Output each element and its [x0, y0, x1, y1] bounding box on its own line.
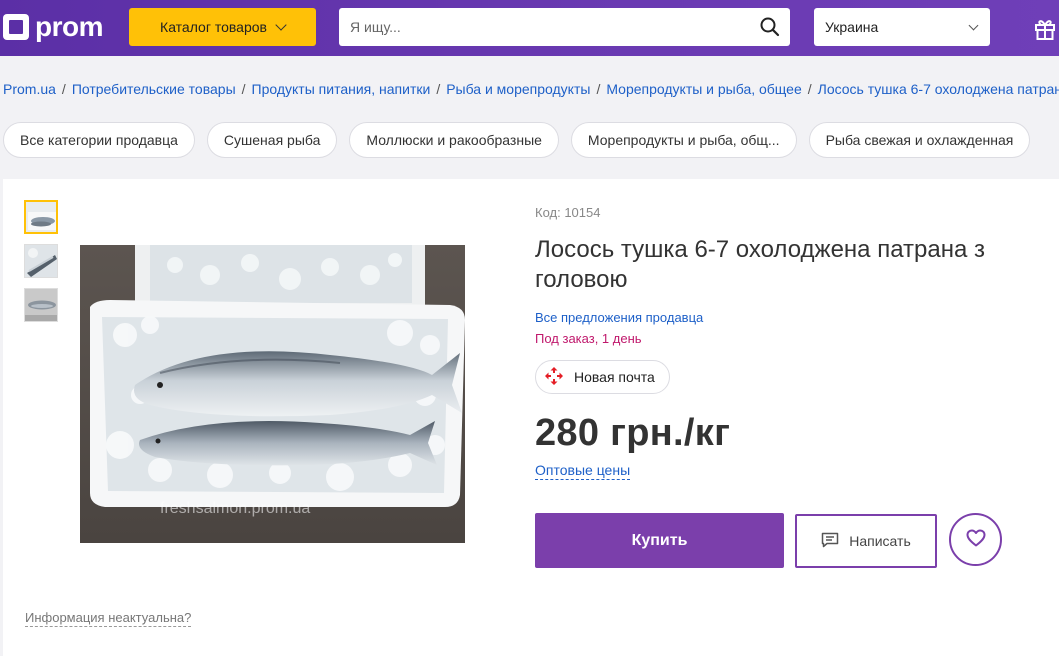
category-chips: Все категории продавца Сушеная рыба Молл… — [3, 122, 1031, 158]
breadcrumb-item[interactable]: Лосось тушка 6-7 охолоджена патрана з го… — [818, 81, 1059, 97]
gift-icon[interactable] — [1030, 14, 1058, 42]
catalog-label: Каталог товаров — [160, 19, 267, 35]
product-main-image[interactable]: freshsalmon.prom.ua — [80, 245, 465, 543]
nova-poshta-icon — [544, 366, 564, 389]
breadcrumb-item[interactable]: Prom.ua — [3, 81, 56, 97]
search-icon[interactable] — [750, 8, 790, 46]
write-label: Написать — [849, 533, 911, 549]
chevron-down-icon — [275, 19, 287, 31]
message-icon — [821, 532, 839, 551]
delivery-label: Новая почта — [574, 369, 655, 385]
product-price: 280 грн./кг — [535, 412, 731, 454]
logo-text: prom — [35, 11, 104, 42]
report-outdated-link[interactable]: Информация неактуальна? — [25, 610, 192, 627]
breadcrumb-item[interactable]: Рыба и морепродукты — [446, 81, 590, 97]
product-title: Лосось тушка 6-7 охолоджена патрана з го… — [535, 236, 985, 293]
thumbnail-2[interactable] — [24, 244, 58, 278]
buy-button[interactable]: Купить — [535, 513, 784, 568]
thumbnail-3[interactable] — [24, 288, 58, 322]
category-chip[interactable]: Все категории продавца — [3, 122, 195, 158]
breadcrumb: Prom.ua / Потребительские товары / Продукты … — [3, 81, 1059, 97]
prom-logo[interactable]: prom — [3, 11, 104, 42]
top-header: prom Каталог товаров Украина — [0, 0, 1059, 56]
catalog-button[interactable]: Каталог товаров — [129, 8, 316, 46]
region-select[interactable]: Украина — [814, 8, 990, 46]
favorite-button[interactable] — [949, 513, 1002, 566]
search-bar — [339, 8, 790, 46]
breadcrumb-item[interactable]: Потребительские товары — [72, 81, 236, 97]
breadcrumb-item[interactable]: Продукты питания, напитки — [252, 81, 431, 97]
heart-icon — [966, 529, 986, 550]
search-input[interactable] — [339, 8, 750, 46]
breadcrumb-item[interactable]: Морепродукты и рыба, общее — [606, 81, 801, 97]
product-card: freshsalmon.prom.ua Код: 10154 Лосось ту… — [3, 179, 1059, 656]
thumbnail-1[interactable] — [24, 200, 58, 234]
wholesale-prices-link[interactable]: Оптовые цены — [535, 462, 631, 480]
delivery-badge: Новая почта — [535, 360, 670, 394]
write-message-button[interactable]: Написать — [795, 514, 937, 568]
availability-status: Под заказ, 1 день — [535, 331, 642, 346]
category-chip[interactable]: Рыба свежая и охлажденная — [808, 122, 1031, 158]
product-code: Код: 10154 — [535, 205, 601, 220]
seller-offers-link[interactable]: Все предложения продавца — [535, 310, 703, 325]
category-chip[interactable]: Сушеная рыба — [206, 122, 338, 158]
image-watermark: freshsalmon.prom.ua — [160, 500, 310, 517]
category-chip[interactable]: Морепродукты и рыба, общ... — [570, 122, 797, 158]
category-chip[interactable]: Моллюски и ракообразные — [349, 122, 559, 158]
prom-logo-mark — [3, 14, 29, 40]
chevron-down-icon — [968, 20, 979, 30]
region-label: Украина — [825, 19, 879, 35]
